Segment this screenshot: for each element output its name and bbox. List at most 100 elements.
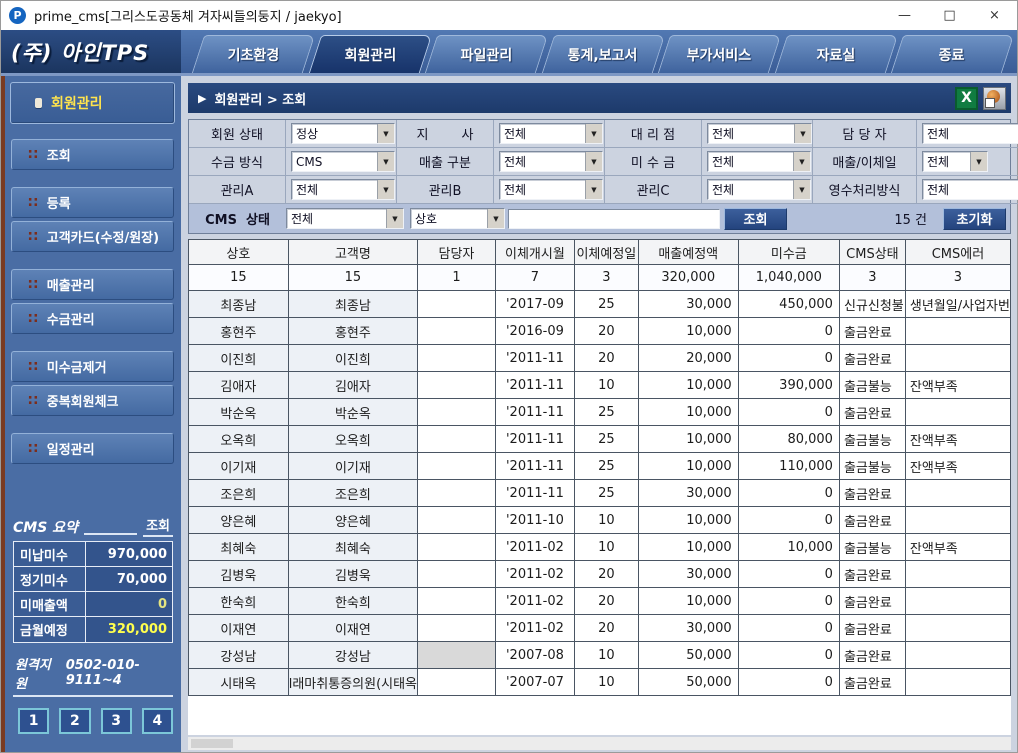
- remote-page-button-4[interactable]: 4: [142, 708, 173, 734]
- table-row[interactable]: 최혜숙최혜숙'2011-021010,00010,000출금불능잔액부족: [189, 534, 1011, 561]
- tab-file-mgmt[interactable]: 파일관리: [425, 35, 548, 73]
- menu-grid-icon: ∷: [28, 394, 38, 408]
- tab-extra-services[interactable]: 부가서비스: [658, 35, 781, 73]
- scrollbar-thumb[interactable]: [191, 739, 233, 748]
- search-input[interactable]: [508, 209, 720, 229]
- sidebar-header-member-mgmt[interactable]: 회원관리: [10, 82, 175, 124]
- column-header-receivable[interactable]: 미수금: [738, 240, 839, 265]
- cell-transfer-due-day: 20: [574, 561, 638, 588]
- column-header-cms-error[interactable]: CMS에러: [905, 240, 1010, 265]
- tab-stats-report[interactable]: 통계,보고서: [542, 35, 665, 73]
- sidebar-item-register[interactable]: ∷등록: [11, 187, 174, 218]
- table-row[interactable]: 시태옥l래마취통증의원(시태옥'2007-071050,0000출금완료: [189, 669, 1011, 696]
- summary-cell-manager: 1: [418, 265, 496, 291]
- search-button[interactable]: 조회: [724, 208, 787, 230]
- tab-base-env[interactable]: 기초환경: [192, 35, 315, 73]
- cell-cms-error: [905, 399, 1010, 426]
- cms-summary-value: 970,000: [86, 542, 172, 566]
- minimize-button[interactable]: —: [882, 1, 927, 30]
- filter-label-text: 대 리 점: [631, 124, 675, 143]
- cell-receivable: 0: [738, 561, 839, 588]
- branch-select[interactable]: 전체▼: [499, 123, 603, 144]
- excel-export-icon[interactable]: X: [955, 87, 978, 110]
- column-header-company[interactable]: 상호: [189, 240, 289, 265]
- filter-field-mgmt-a: 전체▼: [286, 176, 397, 204]
- manager-select[interactable]: 전체▼: [922, 123, 1018, 144]
- cell-customer: 한숙희: [288, 588, 417, 615]
- receivable-select[interactable]: 전체▼: [707, 151, 811, 172]
- tab-label: 자료실: [817, 45, 856, 65]
- cell-cms-error: 생년월일/사업자번: [905, 291, 1010, 318]
- cell-cms-error: [905, 507, 1010, 534]
- cms-summary-query-link[interactable]: 조회: [143, 515, 173, 537]
- table-row[interactable]: 김애자김애자'2011-111010,000390,000출금불능잔액부족: [189, 372, 1011, 399]
- cms-status-select[interactable]: 전체 ▼: [286, 208, 404, 229]
- cell-cms-status: 출금완료: [839, 669, 905, 696]
- mgmt-b-select[interactable]: 전체▼: [499, 179, 603, 200]
- sidebar-item-query[interactable]: ∷조회: [11, 139, 174, 170]
- table-row[interactable]: 양은혜양은혜'2011-101010,0000출금완료: [189, 507, 1011, 534]
- table-row[interactable]: 이기재이기재'2011-112510,000110,000출금불능잔액부족: [189, 453, 1011, 480]
- tab-member-mgmt[interactable]: 회원관리: [308, 35, 431, 73]
- table-row[interactable]: 강성남강성남'2007-081050,0000출금완료: [189, 642, 1011, 669]
- search-field-select[interactable]: 상호 ▼: [410, 208, 505, 229]
- cms-summary-row: 정기미수70,000: [14, 567, 172, 592]
- table-row[interactable]: 홍현주홍현주'2016-092010,0000출금완료: [189, 318, 1011, 345]
- cell-cms-error: [905, 642, 1010, 669]
- column-header-expected-sales[interactable]: 매출예정액: [638, 240, 738, 265]
- remote-page-button-1[interactable]: 1: [18, 708, 49, 734]
- member-status-select[interactable]: 정상▼: [291, 123, 395, 144]
- filter-field-sales-transfer-date: 전체▼: [917, 148, 1018, 176]
- summary-cell-transfer-due-day: 3: [574, 265, 638, 291]
- cell-receivable: 0: [738, 615, 839, 642]
- column-header-transfer-start-month[interactable]: 이체개시월: [495, 240, 574, 265]
- column-header-manager[interactable]: 담당자: [418, 240, 496, 265]
- table-row[interactable]: 이재연이재연'2011-022030,0000출금완료: [189, 615, 1011, 642]
- cell-company: 이재연: [189, 615, 289, 642]
- brand-logo: (주) 아인TPS: [1, 30, 181, 73]
- mgmt-a-select[interactable]: 전체▼: [291, 179, 395, 200]
- table-row[interactable]: 이진희이진희'2011-112020,0000출금완료: [189, 345, 1011, 372]
- sidebar-item-sales-mgmt[interactable]: ∷매출관리: [11, 269, 174, 300]
- receipt-method-select[interactable]: 전체▼: [922, 179, 1018, 200]
- selected-value: 전체: [708, 153, 793, 170]
- table-row[interactable]: 한숙희한숙희'2011-022010,0000출금완료: [189, 588, 1011, 615]
- table-row[interactable]: 김병욱김병욱'2011-022030,0000출금완료: [189, 561, 1011, 588]
- reset-button[interactable]: 초기화: [943, 208, 1006, 230]
- sidebar-item-schedule-mgmt[interactable]: ∷일정관리: [11, 433, 174, 464]
- column-header-cms-status[interactable]: CMS상태: [839, 240, 905, 265]
- selected-value: 전체: [708, 125, 794, 142]
- mgmt-c-select[interactable]: 전체▼: [707, 179, 811, 200]
- cell-customer: 김애자: [288, 372, 417, 399]
- member-table: 상호고객명담당자이체개시월이체예정일매출예정액미수금CMS상태CMS에러1515…: [188, 239, 1011, 696]
- sidebar-item-customer-card[interactable]: ∷고객카드(수정/원장): [11, 221, 174, 252]
- cell-expected-sales: 10,000: [638, 399, 738, 426]
- agency-select[interactable]: 전체▼: [707, 123, 812, 144]
- table-row[interactable]: 최종남최종남'2017-092530,000450,000신규신청불생년월일/사…: [189, 291, 1011, 318]
- table-row[interactable]: 오옥희오옥희'2011-112510,00080,000출금불능잔액부족: [189, 426, 1011, 453]
- app-shortcut-icon[interactable]: [983, 87, 1006, 110]
- collection-method-select[interactable]: CMS▼: [291, 151, 395, 172]
- sales-type-select[interactable]: 전체▼: [499, 151, 603, 172]
- remote-page-button-2[interactable]: 2: [59, 708, 90, 734]
- tab-archive[interactable]: 자료실: [775, 35, 898, 73]
- sidebar: 회원관리 ∷조회∷등록∷고객카드(수정/원장)∷매출관리∷수금관리∷미수금제거∷…: [1, 76, 181, 752]
- filter-label-agency: 대 리 점: [605, 120, 702, 148]
- maximize-button[interactable]: □: [927, 1, 972, 30]
- tab-exit[interactable]: 종료: [891, 35, 1014, 73]
- sidebar-item-receivable-remove[interactable]: ∷미수금제거: [11, 351, 174, 382]
- column-header-transfer-due-day[interactable]: 이체예정일: [574, 240, 638, 265]
- sales-transfer-date-select[interactable]: 전체▼: [922, 151, 988, 172]
- summary-cell-cms-error: 3: [905, 265, 1010, 291]
- cell-transfer-start-month: '2017-09: [495, 291, 574, 318]
- cell-transfer-start-month: '2011-11: [495, 480, 574, 507]
- close-button[interactable]: ×: [972, 1, 1017, 30]
- sidebar-item-collection-mgmt[interactable]: ∷수금관리: [11, 303, 174, 334]
- remote-page-button-3[interactable]: 3: [101, 708, 132, 734]
- chevron-down-icon: ▼: [793, 180, 810, 199]
- table-row[interactable]: 조은희조은희'2011-112530,0000출금완료: [189, 480, 1011, 507]
- sidebar-item-duplicate-check[interactable]: ∷중복회원체크: [11, 385, 174, 416]
- column-header-customer[interactable]: 고객명: [288, 240, 417, 265]
- table-row[interactable]: 박순옥박순옥'2011-112510,0000출금완료: [189, 399, 1011, 426]
- horizontal-scrollbar[interactable]: [188, 737, 1011, 750]
